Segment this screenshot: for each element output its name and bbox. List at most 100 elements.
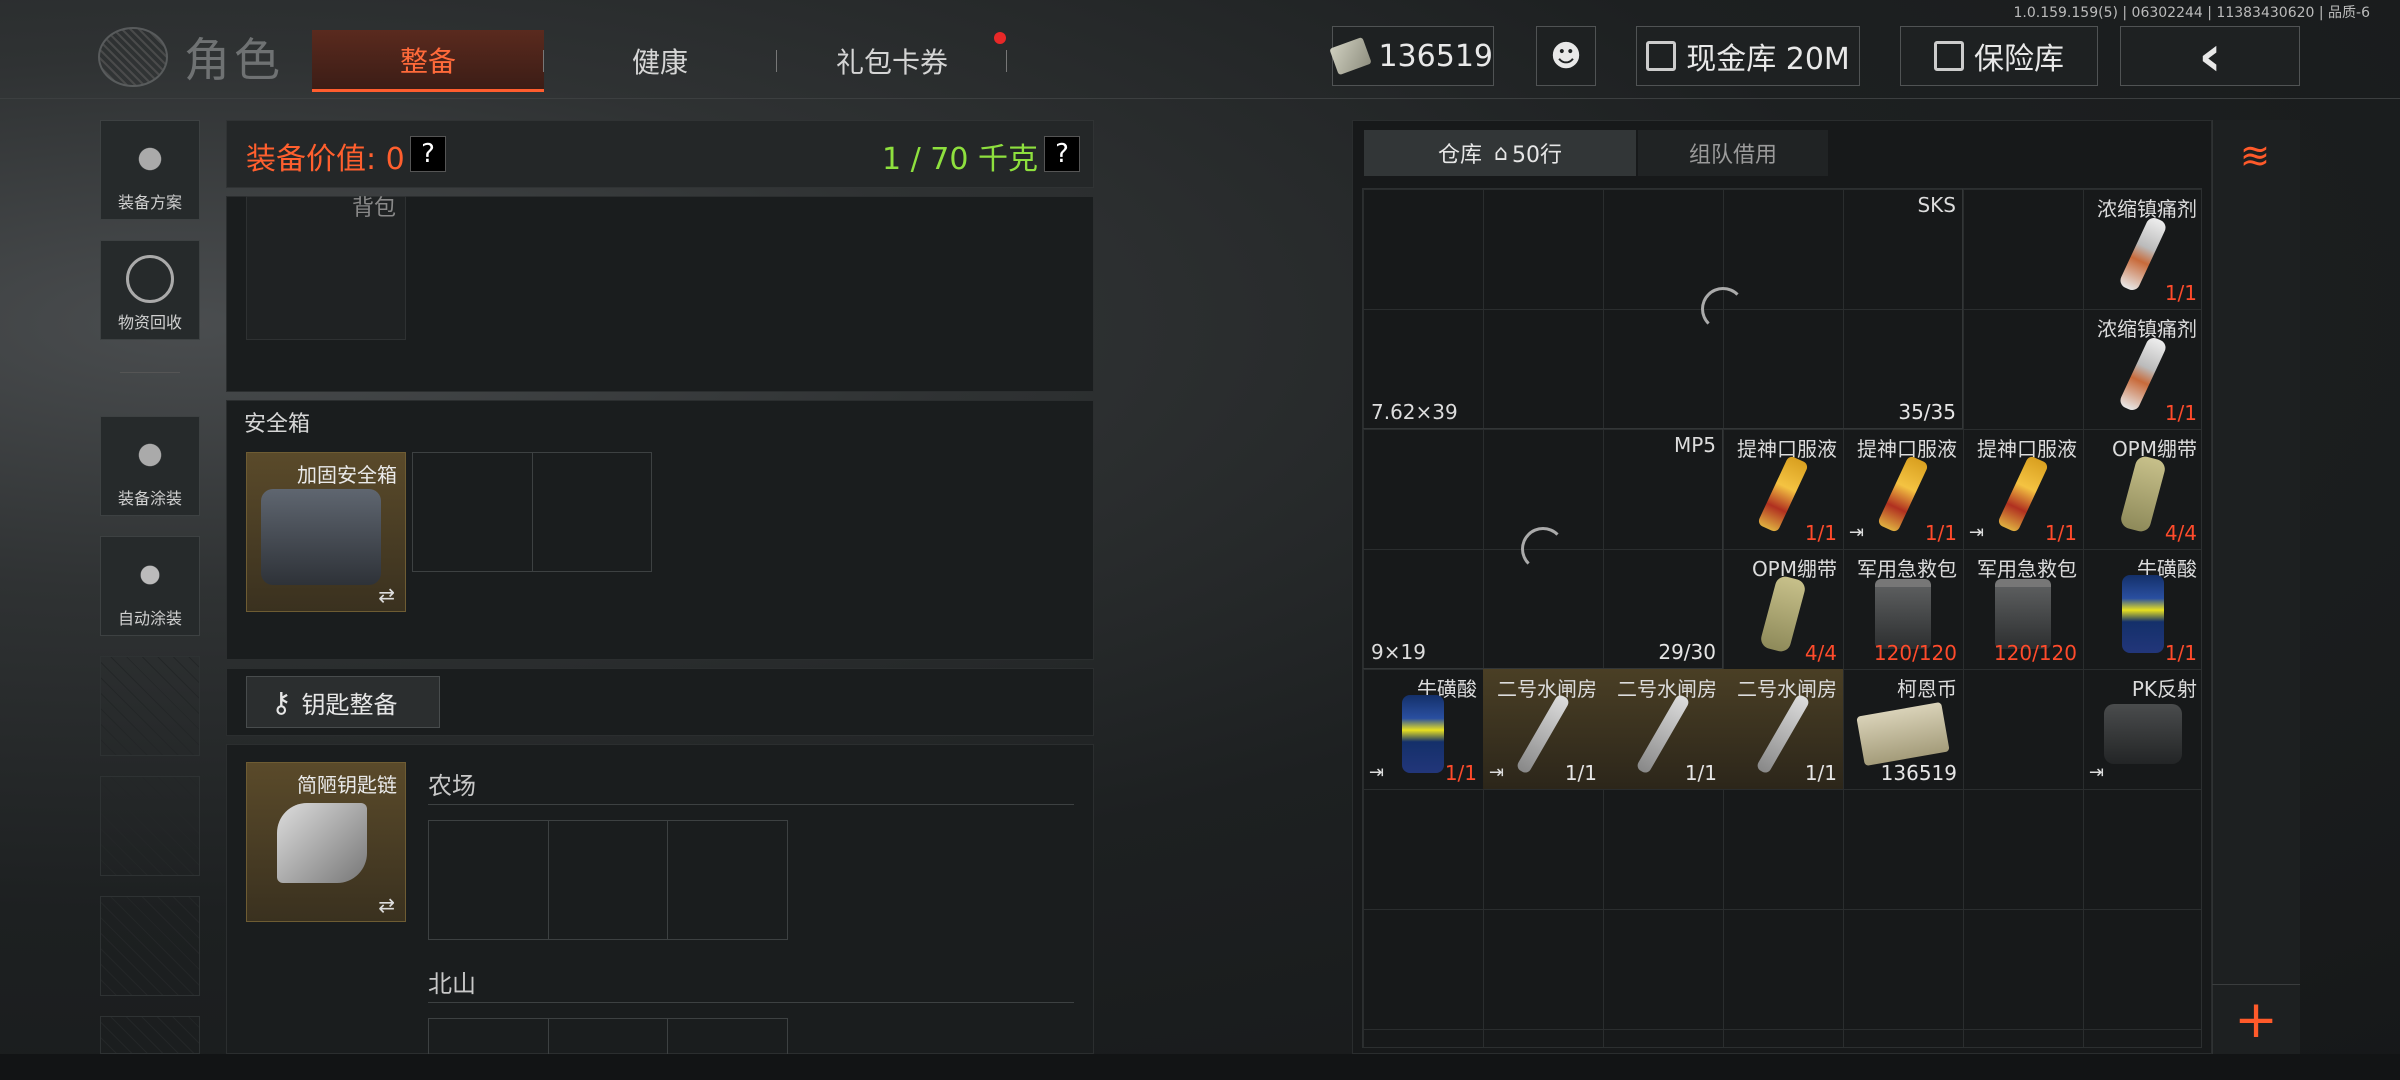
key-loadout-label: 钥匙整备 [301, 690, 398, 719]
expand-warehouse-button[interactable]: + [2212, 984, 2300, 1054]
item-taurine[interactable]: 牛磺酸 1/1 [2083, 549, 2203, 669]
tab-equip[interactable]: 整备 [312, 30, 544, 92]
back-button[interactable]: ‹ [2120, 24, 2300, 89]
case-icon [261, 489, 381, 585]
item-key[interactable]: 二号水闸房 1/1 [1723, 669, 1843, 789]
value-help-button[interactable]: ? [410, 136, 446, 172]
key-icon: ⚷ [271, 685, 292, 719]
weapon-count: 35/35 [1898, 400, 1956, 424]
item-painkiller[interactable]: 浓缩镇痛剂 1/1 [2083, 309, 2203, 429]
item-count: 1/1 [1804, 521, 1837, 545]
export-icon: ⇥ [2089, 762, 2105, 783]
tab-team-borrow[interactable]: 组队借用 [1638, 130, 1828, 176]
backpack-label: 背包 [352, 196, 397, 221]
header-divider [0, 98, 2400, 99]
item-name: 军用急救包 [1857, 557, 1957, 581]
empty-sidebar-slot [100, 776, 200, 876]
weapon-name: MP5 [1673, 433, 1716, 457]
weapon-mp5[interactable]: MP5 9×19 29/30 [1363, 429, 1723, 669]
sidebar-item-label: 物资回收 [117, 313, 182, 332]
zone-divider [428, 804, 1074, 805]
sidebar-item-skin[interactable]: 装备涂装 [100, 416, 200, 516]
sidebar-item-auto-skin[interactable]: 自动涂装 [100, 536, 200, 636]
support-button[interactable]: ☻ [1536, 26, 1596, 86]
sidebar-item-loadout[interactable]: 装备方案 [100, 120, 200, 220]
empty-sidebar-slot [100, 1016, 200, 1054]
sidebar-item-label: 装备涂装 [117, 489, 182, 508]
cash-vault-button[interactable]: 现金库 20M [1636, 26, 1860, 86]
character-logo: 角色 [98, 26, 284, 88]
money-display: 136519 [1329, 26, 1494, 86]
keychain-item-name: 简陋钥匙链 [297, 773, 397, 797]
weapon-count: 29/30 [1658, 640, 1716, 664]
item-count: 120/120 [1873, 641, 1957, 665]
item-bandage[interactable]: OPM绷带 4/4 [2083, 429, 2203, 549]
notification-dot [994, 32, 1006, 44]
item-count: 1/1 [1684, 761, 1717, 785]
safe-box-item-name: 加固安全箱 [297, 463, 397, 487]
item-name: 柯恩币 [1897, 677, 1957, 701]
weapon-sks[interactable]: SKS 7.62×39 35/35 [1363, 189, 1963, 429]
warehouse-side-bar [2212, 120, 2300, 1054]
sort-stack-icon[interactable]: ≋ [2230, 136, 2280, 177]
tab-gift-cards[interactable]: 礼包卡券 [792, 30, 992, 92]
tube-icon [1876, 454, 1930, 533]
weight-help-button[interactable]: ? [1044, 136, 1080, 172]
item-count: 120/120 [1993, 641, 2077, 665]
tab-divider [543, 50, 544, 72]
export-icon: ⇥ [1489, 762, 1505, 783]
item-reflex-sight[interactable]: PK反射 ⇥ [2083, 669, 2203, 789]
tube-icon [1996, 454, 2050, 533]
item-key[interactable]: 二号水闸房 1/1 [1603, 669, 1723, 789]
item-medkit[interactable]: 军用急救包 120/120 [1843, 549, 1963, 669]
item-count: 1/1 [1564, 761, 1597, 785]
item-stimulant[interactable]: 提神口服液 1/1 [1723, 429, 1843, 549]
keychain-item[interactable]: 简陋钥匙链 ⇄ [246, 762, 406, 922]
safe-vault-label: 保险库 [1974, 42, 2064, 77]
item-name: 二号水闸房 [1737, 677, 1837, 701]
sidebar-divider [120, 372, 180, 373]
item-count: 4/4 [1804, 641, 1837, 665]
safe-vault-button[interactable]: 保险库 [1900, 26, 2098, 86]
item-count: 1/1 [1924, 521, 1957, 545]
item-name: 军用急救包 [1977, 557, 2077, 581]
cash-stack-icon [1856, 701, 1950, 766]
item-painkiller[interactable]: 浓缩镇痛剂 1/1 [2083, 189, 2203, 309]
medkit-icon [1995, 578, 2051, 649]
safe-icon [1934, 41, 1964, 71]
item-name: OPM绷带 [2111, 437, 2197, 461]
item-medkit[interactable]: 军用急救包 120/120 [1963, 549, 2083, 669]
item-stimulant[interactable]: 提神口服液 ⇥ 1/1 [1963, 429, 2083, 549]
item-stimulant[interactable]: 提神口服液 ⇥ 1/1 [1843, 429, 1963, 549]
item-key[interactable]: 二号水闸房 ⇥ 1/1 [1483, 669, 1603, 789]
loading-spinner-icon [1701, 287, 1745, 331]
agent-icon: ☻ [1550, 38, 1582, 74]
key-loadout-button[interactable]: ⚷ 钥匙整备 [246, 676, 440, 728]
globe-icon [98, 27, 168, 87]
safe-box-grid [412, 452, 652, 572]
item-name: PK反射 [2131, 677, 2197, 701]
item-taurine[interactable]: 牛磺酸 ⇥ 1/1 [1363, 669, 1483, 789]
zone-title-farm: 农场 [428, 772, 476, 800]
warehouse-grid: SKS 7.62×39 35/35 MP5 9×19 29/30 浓缩镇痛剂 1… [1362, 188, 2202, 1048]
item-count: 1/1 [2164, 641, 2197, 665]
tab-warehouse[interactable]: 仓库 ⌂ 50行 [1364, 130, 1636, 176]
loading-spinner-icon [1521, 527, 1565, 571]
syringe-icon [2117, 215, 2169, 293]
item-bandage[interactable]: OPM绷带 4/4 [1723, 549, 1843, 669]
swap-icon[interactable]: ⇄ [378, 583, 395, 607]
tube-icon [1756, 454, 1810, 533]
item-count: 1/1 [2164, 281, 2197, 305]
safe-box-item[interactable]: 加固安全箱 ⇄ [246, 452, 406, 612]
item-coins[interactable]: 柯恩币 136519 [1843, 669, 1963, 789]
syringe-icon [2117, 335, 2169, 413]
swap-icon[interactable]: ⇄ [378, 893, 395, 917]
sidebar-item-recycle[interactable]: 物资回收 [100, 240, 200, 340]
sidebar-item-label: 装备方案 [117, 193, 182, 212]
tab-divider [776, 50, 777, 72]
warehouse-rows: 50行 [1511, 143, 1562, 168]
tab-health[interactable]: 健康 [560, 30, 760, 92]
empty-sidebar-slot [100, 896, 200, 996]
logo-title: 角色 [184, 33, 284, 87]
recycle-icon [126, 255, 174, 303]
